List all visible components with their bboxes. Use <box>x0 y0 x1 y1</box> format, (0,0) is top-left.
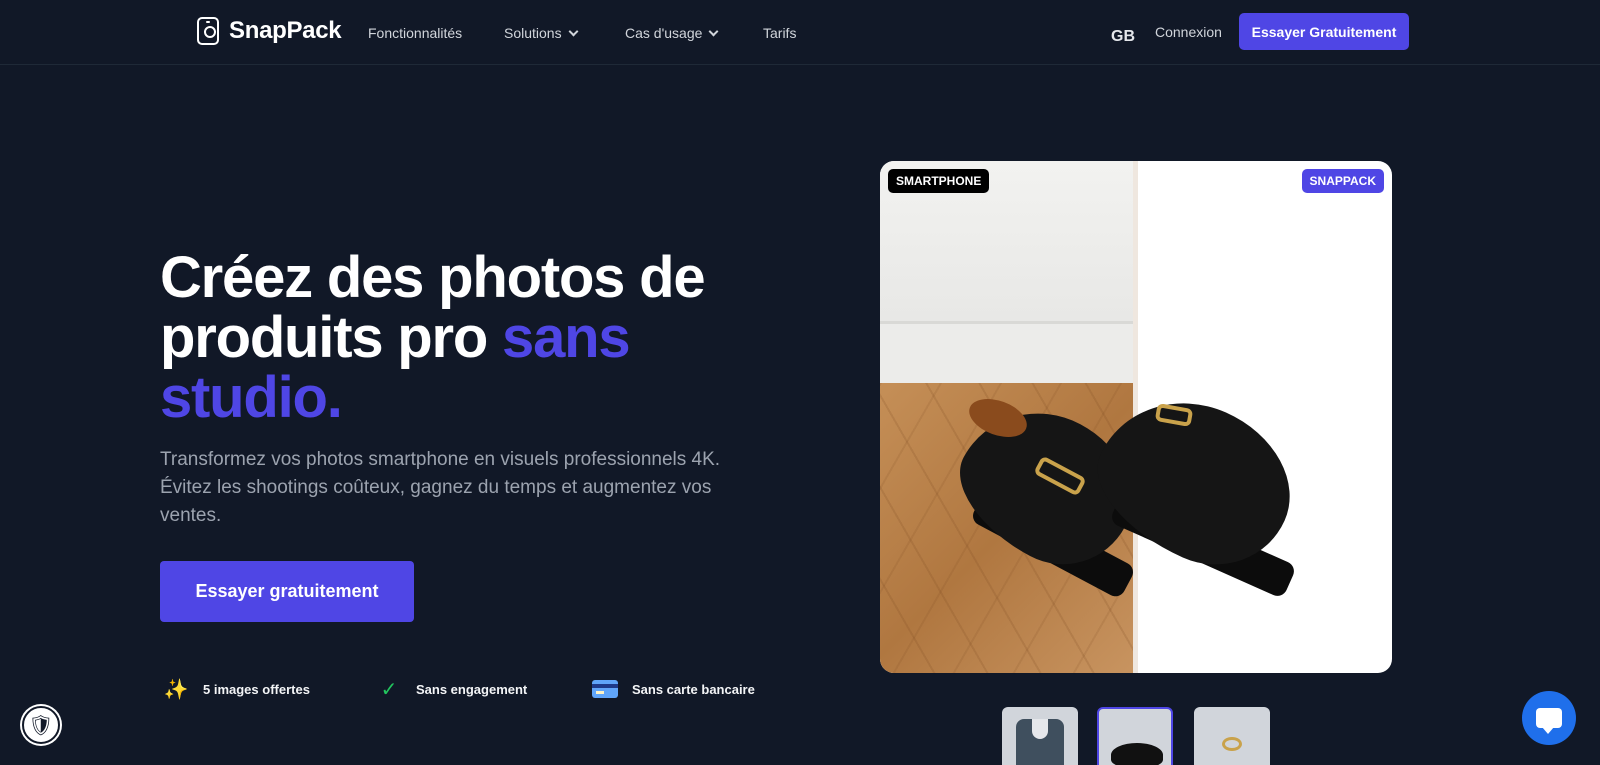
nav-link-use-cases[interactable]: Cas d'usage <box>625 25 719 41</box>
ring-image <box>1222 737 1242 751</box>
feature-no-card: Sans carte bancaire <box>592 676 755 702</box>
nav-link-features[interactable]: Fonctionnalités <box>368 25 462 41</box>
chat-widget-button[interactable] <box>1522 691 1576 745</box>
feature-label: Sans carte bancaire <box>632 681 755 697</box>
before-after-comparison[interactable]: SMARTPHONE SNAPPACK <box>880 161 1392 673</box>
chevron-down-icon <box>568 26 579 36</box>
feature-label: Sans engagement <box>416 681 528 697</box>
hero-title: Créez des photos de produits pro sans st… <box>160 248 760 428</box>
chat-bubble-icon <box>1536 708 1562 734</box>
nav-link-pricing[interactable]: Tarifs <box>763 25 796 41</box>
loafer-shoe-right <box>1075 372 1316 606</box>
sparkles-icon: ✨ <box>163 678 189 701</box>
nav-link-use-cases-label: Cas d'usage <box>625 25 703 41</box>
jacket-image <box>1016 719 1064 765</box>
hero-subtitle: Transformez vos photos smartphone en vis… <box>160 449 721 526</box>
chevron-down-icon <box>708 26 719 36</box>
shield-check-icon: 🛡 <box>28 714 54 737</box>
login-link[interactable]: Connexion <box>1155 24 1222 40</box>
camera-phone-icon <box>197 17 219 45</box>
check-icon: ✓ <box>380 678 398 701</box>
smartphone-photo <box>880 161 1135 673</box>
feature-free-images: ✨ 5 images offertes <box>163 676 310 702</box>
privacy-shield-button[interactable]: 🛡 <box>22 706 60 744</box>
top-navigation: SnapPack Fonctionnalités Solutions Cas d… <box>0 0 1600 65</box>
credit-card-icon <box>592 680 618 698</box>
try-free-button-hero[interactable]: Essayer gratuitement <box>160 561 414 622</box>
try-free-button-nav[interactable]: Essayer Gratuitement <box>1239 13 1409 50</box>
thumbnail-ring[interactable] <box>1194 707 1270 765</box>
credit-card-icon-wrap <box>592 676 618 702</box>
snappack-badge: SNAPPACK <box>1301 169 1384 193</box>
thumbnail-jacket[interactable] <box>1002 707 1078 765</box>
thumbnail-shoe[interactable] <box>1097 707 1173 765</box>
shoe-image <box>1111 743 1163 765</box>
baseboard <box>880 321 1135 383</box>
language-selector[interactable]: GB <box>1111 28 1135 46</box>
brand-name: SnapPack <box>229 17 342 44</box>
nav-link-solutions-label: Solutions <box>504 25 562 41</box>
smartphone-badge: SMARTPHONE <box>888 169 990 193</box>
nav-link-solutions[interactable]: Solutions <box>504 25 579 41</box>
feature-label: 5 images offertes <box>203 681 310 697</box>
feature-no-commitment: ✓ Sans engagement <box>376 676 528 702</box>
brand-logo[interactable]: SnapPack <box>197 17 342 45</box>
